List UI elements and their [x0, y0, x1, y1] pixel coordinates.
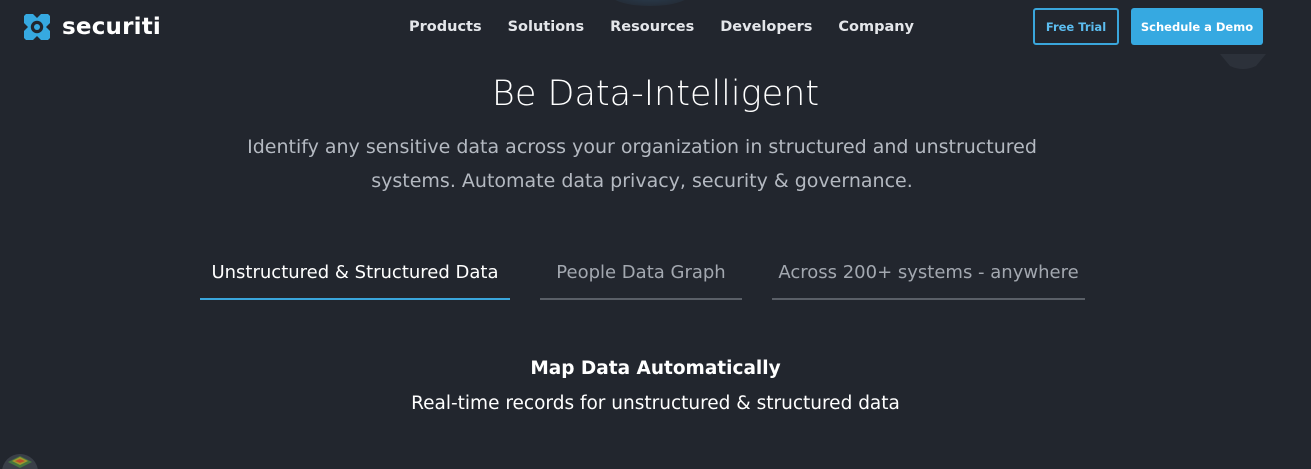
nav-item-products[interactable]: Products — [409, 17, 482, 37]
schedule-demo-button[interactable]: Schedule a Demo — [1131, 8, 1263, 45]
hero-subtitle-line-1: Identify any sensitive data across your … — [247, 136, 1037, 158]
nav-item-company[interactable]: Company — [838, 17, 914, 37]
securiti-logo-icon — [24, 14, 50, 40]
section-title: Map Data Automatically — [530, 358, 781, 379]
corner-widget-icon[interactable] — [0, 452, 40, 469]
hero-subtitle: Identify any sensitive data across your … — [230, 130, 1054, 198]
tab-people-data-graph[interactable]: People Data Graph — [540, 256, 742, 300]
nav-item-solutions[interactable]: Solutions — [508, 17, 585, 37]
chevron-decoration-icon — [1220, 54, 1266, 69]
page: securiti Products Solutions Resources De… — [0, 0, 1311, 469]
main-nav: Products Solutions Resources Developers … — [409, 17, 914, 37]
site-header: securiti Products Solutions Resources De… — [0, 0, 1311, 54]
hero-title: Be Data-Intelligent — [491, 74, 820, 114]
hero-subtitle-line-2: systems. Automate data privacy, security… — [371, 170, 913, 192]
nav-item-developers[interactable]: Developers — [720, 17, 812, 37]
section-subtitle: Real-time records for unstructured & str… — [411, 393, 900, 414]
free-trial-button[interactable]: Free Trial — [1033, 8, 1119, 45]
brand-name: securiti — [62, 14, 162, 40]
tab-across-systems[interactable]: Across 200+ systems - anywhere — [772, 256, 1085, 300]
brand-logo-link[interactable]: securiti — [22, 12, 161, 42]
nav-item-resources[interactable]: Resources — [610, 17, 694, 37]
feature-tabs: Unstructured & Structured Data People Da… — [200, 256, 1086, 300]
tab-unstructured-structured-data[interactable]: Unstructured & Structured Data — [200, 256, 510, 300]
